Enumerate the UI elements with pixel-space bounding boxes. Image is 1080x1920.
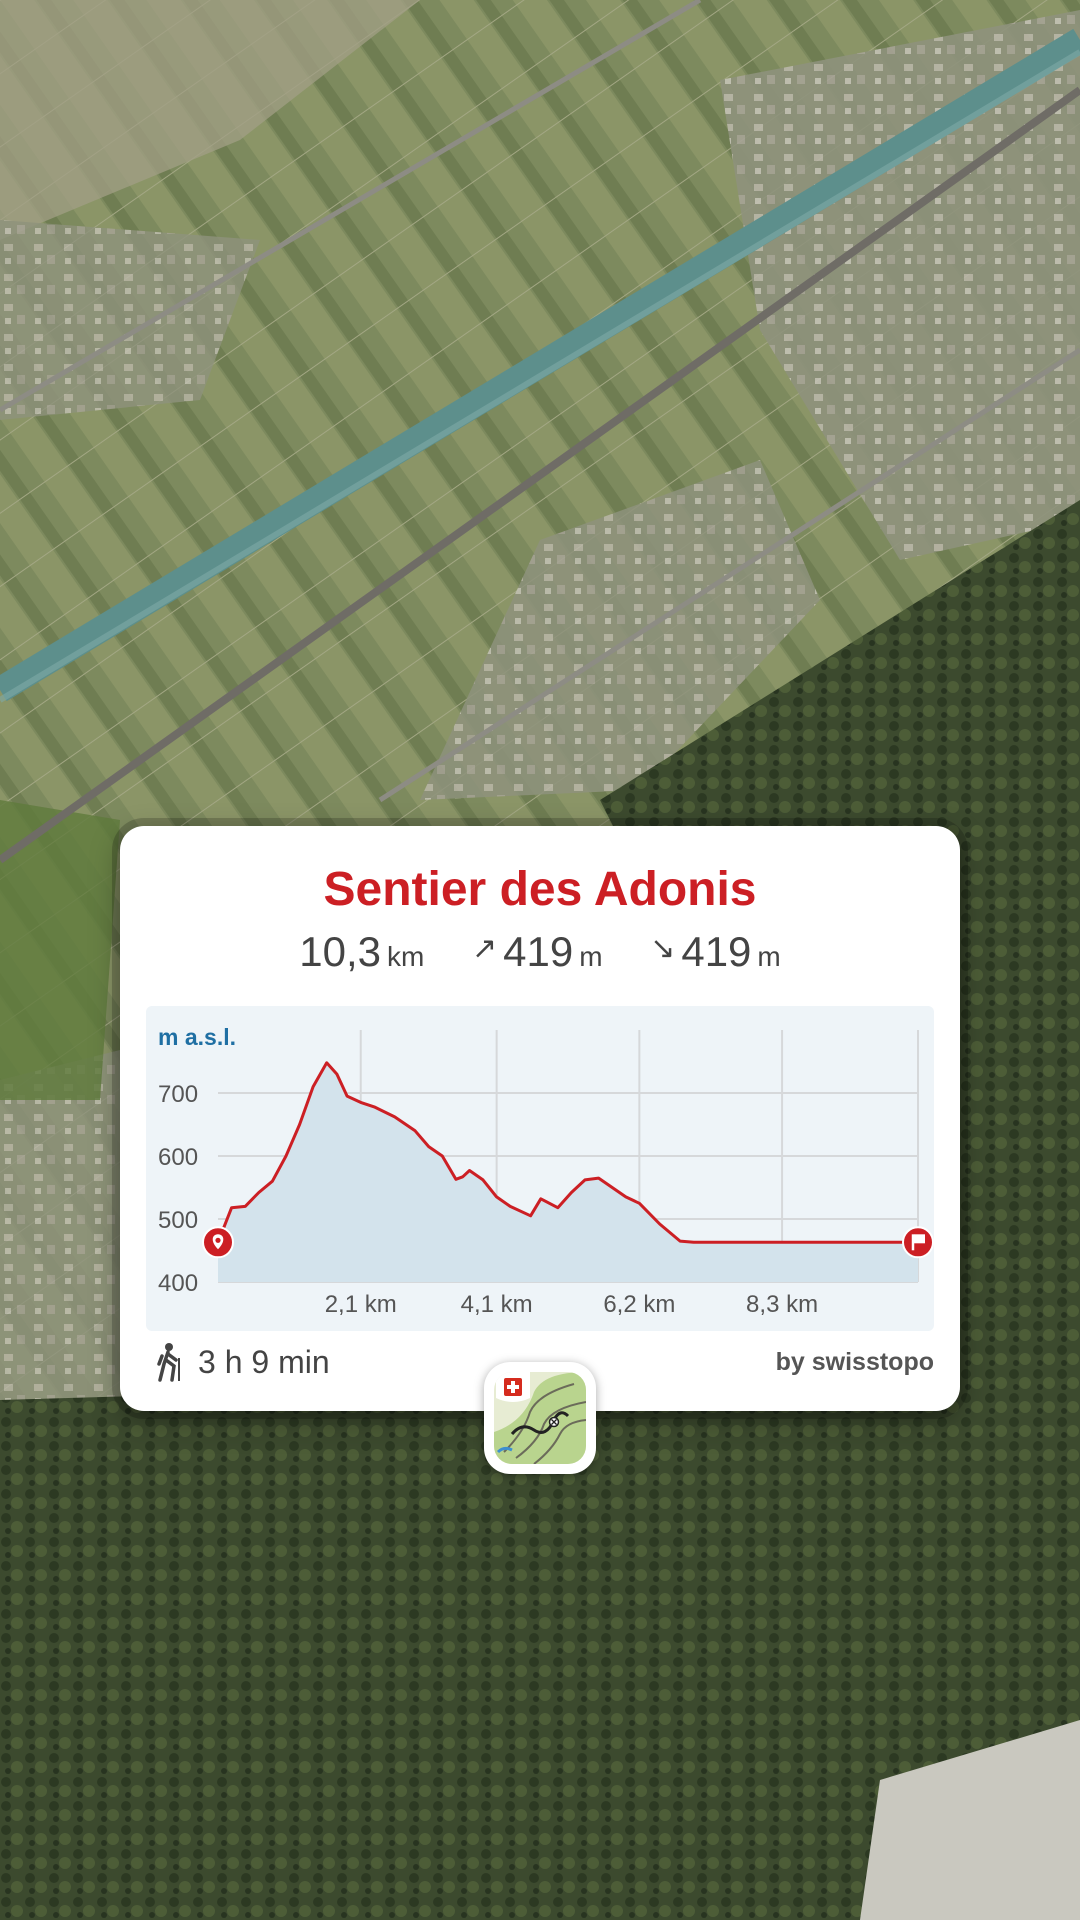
hiker-icon (157, 1343, 180, 1382)
x-tick-label: 6,2 km (603, 1291, 675, 1318)
elevation-chart[interactable]: 400 500 600 700 2,1 km 4,1 km 6,2 km 8,3 km (146, 1006, 934, 1331)
y-tick-label: 700 (158, 1081, 198, 1108)
credit-text: by swisstopo (775, 1348, 934, 1376)
descent-unit: m (757, 941, 781, 972)
descent-value: 419 (681, 928, 752, 975)
x-tick-label: 4,1 km (461, 1291, 533, 1318)
swisstopo-app-icon[interactable] (484, 1362, 596, 1474)
ascent-stat: ↗ 419 m (472, 928, 603, 976)
ascent-value: 419 (503, 928, 574, 975)
start-pin-dot (215, 1237, 221, 1243)
ascent-unit: m (579, 941, 603, 972)
x-tick-label: 8,3 km (746, 1291, 818, 1318)
distance-stat: 10,3 km (299, 928, 424, 976)
duration-text: 3 h 9 min (198, 1343, 330, 1380)
profile-area (218, 1062, 918, 1282)
distance-unit: km (386, 941, 425, 972)
y-tick-label: 400 (158, 1270, 198, 1297)
route-card[interactable]: Sentier des Adonis 10,3 km ↗ 419 m ↘ 419 m m … (120, 826, 960, 1411)
descent-stat: ↘ 419 m (650, 928, 781, 976)
duration: 3 h 9 min (154, 1342, 330, 1382)
y-tick-label: 600 (158, 1144, 198, 1171)
arrow-down-right-icon: ↘ (650, 932, 676, 965)
route-stats: 10,3 km ↗ 419 m ↘ 419 m (120, 928, 960, 976)
x-tick-label: 2,1 km (325, 1291, 397, 1318)
arrow-up-right-icon: ↗ (471, 932, 498, 965)
y-tick-label: 500 (158, 1207, 198, 1234)
distance-value: 10,3 (299, 928, 381, 975)
swisstopo-logo (494, 1372, 586, 1464)
elevation-profile[interactable]: m a.s.l. 400 500 600 700 2,1 km 4,1 km 6,2 km 8… (146, 1006, 934, 1331)
route-title: Sentier des Adonis (323, 863, 757, 916)
finish-flag-cloth (914, 1234, 925, 1244)
